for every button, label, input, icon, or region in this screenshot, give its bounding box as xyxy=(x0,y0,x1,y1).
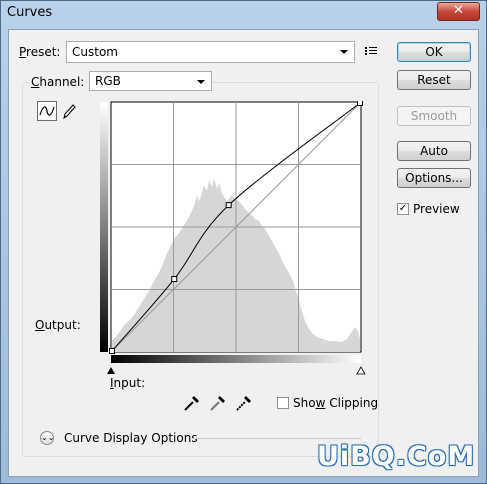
preset-label-mnemonic: P xyxy=(19,45,27,59)
divider xyxy=(193,438,361,439)
window-title: Curves xyxy=(7,5,53,20)
preset-value: Custom xyxy=(72,45,118,59)
black-point-slider[interactable] xyxy=(107,367,115,374)
preset-label-rest: reset: xyxy=(26,45,61,59)
curve-control-point[interactable] xyxy=(357,101,363,106)
curve-control-point[interactable] xyxy=(109,348,115,354)
input-label: Input: xyxy=(110,376,145,390)
list-icon[interactable] xyxy=(365,46,377,56)
show-clipping-mnemonic: w xyxy=(315,396,326,410)
channel-label-rest: hannel: xyxy=(39,75,85,89)
chevron-down-icon: ⌄⌄ xyxy=(41,433,55,442)
dialog-body: Preset: Custom OK Reset Smooth Auto Opti… xyxy=(8,29,479,477)
curve-control-point[interactable] xyxy=(225,202,232,209)
black-eyedropper-icon[interactable] xyxy=(183,394,201,412)
input-label-rest: nput: xyxy=(113,376,146,390)
input-gradient xyxy=(111,355,361,363)
curve-control-point[interactable] xyxy=(171,276,178,283)
channel-select[interactable]: RGB xyxy=(89,71,212,91)
smooth-button[interactable]: Smooth xyxy=(397,106,471,126)
preset-label: Preset: xyxy=(19,45,60,59)
show-clipping-text-b: Clipping xyxy=(325,396,379,410)
close-button[interactable]: ✕ xyxy=(437,2,480,21)
show-clipping-text-a: Sho xyxy=(293,396,316,410)
expand-options-button[interactable]: ⌄⌄ xyxy=(40,431,54,445)
chevron-down-icon xyxy=(197,80,205,84)
preview-label: Preview xyxy=(413,202,460,216)
curve-icon xyxy=(39,106,55,116)
channel-label: Channel: xyxy=(28,75,88,89)
white-eyedropper-icon[interactable] xyxy=(235,394,253,412)
options-button[interactable]: Options... xyxy=(397,168,471,188)
curve-tool[interactable] xyxy=(37,101,57,121)
preview-checkbox[interactable]: ✓ xyxy=(397,203,409,215)
curves-graph[interactable] xyxy=(99,101,370,404)
title-bar: Curves ✕ xyxy=(1,1,486,25)
pencil-icon[interactable] xyxy=(61,102,77,120)
output-label: Output: xyxy=(35,318,81,332)
ok-button[interactable]: OK xyxy=(397,42,471,62)
white-point-slider[interactable] xyxy=(356,366,366,375)
show-clipping-label: Show Clipping xyxy=(293,396,378,410)
curves-dialog: Curves ✕ Preset: Custom OK Reset Smooth … xyxy=(0,0,487,484)
show-clipping-checkbox[interactable] xyxy=(277,397,289,409)
reset-button[interactable]: Reset xyxy=(397,70,471,90)
watermark: UiBQ.CoM xyxy=(317,441,476,472)
curve-display-options-label: Curve Display Options xyxy=(64,431,198,445)
auto-button[interactable]: Auto xyxy=(397,141,471,161)
chevron-down-icon xyxy=(340,50,348,54)
channel-value: RGB xyxy=(95,74,121,88)
output-gradient xyxy=(100,102,108,352)
preset-select[interactable]: Custom xyxy=(66,41,355,63)
output-label-rest: utput: xyxy=(44,318,81,332)
gray-eyedropper-icon[interactable] xyxy=(209,394,227,412)
